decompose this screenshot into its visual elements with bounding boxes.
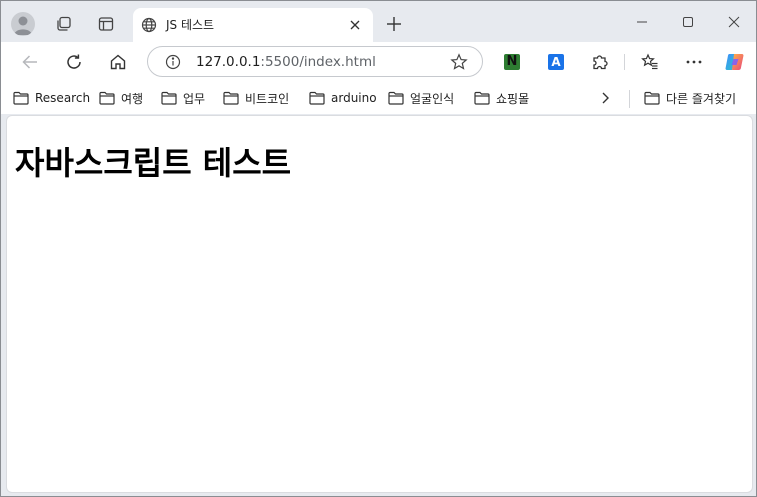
bookmark-folder-work[interactable]: 업무 [161, 89, 205, 107]
vertical-tabs-button[interactable] [95, 13, 117, 35]
maximize-button[interactable] [675, 10, 701, 34]
tab-title: JS 테스트 [166, 18, 215, 32]
n-extension-label: N [506, 54, 518, 69]
page-heading: 자바스크립트 테스트 [15, 144, 292, 182]
folder-icon [388, 91, 404, 105]
folder-icon [644, 91, 660, 105]
folder-icon [223, 91, 239, 105]
bookmark-label: arduino [331, 91, 377, 105]
extensions-button[interactable] [587, 50, 613, 74]
tab-actions-icon [98, 17, 114, 31]
folder-icon [13, 91, 29, 105]
plus-icon [387, 17, 401, 31]
more-menu-button[interactable] [681, 50, 707, 74]
url-host: 127.0.0.1 [196, 54, 261, 70]
puzzle-icon [593, 55, 608, 70]
globe-icon [141, 17, 157, 33]
folder-icon [161, 91, 177, 105]
window-close-button[interactable] [721, 10, 747, 34]
bookmarks-overflow-button[interactable] [599, 89, 617, 107]
other-favorites-folder[interactable]: 다른 즐겨찾기 [644, 89, 736, 107]
bookmark-label: 비트코인 [245, 91, 290, 106]
bookmark-label: 쇼핑몰 [496, 91, 530, 106]
bookmark-label: 여행 [121, 91, 144, 106]
bookmarks-bar: Research 여행 업무 비트코인 arduino 얼굴인식 쇼핑몰 다른 … [1, 82, 756, 114]
bookmark-folder-shopping[interactable]: 쇼핑몰 [474, 89, 529, 107]
bookmark-folder-bitcoin[interactable]: 비트코인 [223, 89, 289, 107]
tab-close-button[interactable] [347, 17, 363, 33]
n-extension-icon: N [504, 54, 520, 70]
url-text[interactable]: 127.0.0.1:5500/index.html [196, 54, 376, 70]
chevron-right-icon [602, 92, 609, 104]
refresh-icon [67, 54, 81, 69]
folder-icon [474, 91, 490, 105]
person-icon [14, 16, 32, 35]
bookmark-label: 얼굴인식 [410, 91, 455, 106]
minimize-button[interactable] [629, 10, 655, 34]
star-icon[interactable] [450, 53, 468, 71]
folder-icon [99, 91, 115, 105]
toolbar-divider [624, 54, 625, 70]
tab-strip: JS 테스트 [1, 1, 756, 42]
workspaces-button[interactable] [53, 13, 75, 35]
other-favorites-label: 다른 즐겨찾기 [666, 91, 737, 106]
address-bar[interactable]: 127.0.0.1:5500/index.html [147, 46, 483, 77]
bookmark-label: Research [35, 91, 91, 105]
more-icon [686, 60, 702, 64]
refresh-button[interactable] [61, 50, 87, 74]
bookmark-folder-arduino[interactable]: arduino [309, 89, 377, 107]
tab-active[interactable]: JS 테스트 [133, 8, 373, 42]
favorites-button[interactable] [637, 50, 663, 74]
home-button[interactable] [105, 50, 131, 74]
workspaces-icon [57, 16, 71, 31]
minimize-icon [637, 21, 647, 23]
translate-icon: A [548, 54, 564, 70]
translate-label: A [551, 55, 561, 69]
extension-n-button[interactable]: N [499, 50, 525, 74]
home-icon [110, 54, 126, 70]
copilot-button[interactable] [722, 50, 748, 74]
bookmark-folder-research[interactable]: Research [13, 89, 90, 107]
bookmark-folder-face-recognition[interactable]: 얼굴인식 [388, 89, 454, 107]
extension-translate-button[interactable]: A [543, 50, 569, 74]
maximize-icon [683, 17, 693, 27]
page-viewport: 자바스크립트 테스트 [6, 115, 753, 493]
new-tab-button[interactable] [383, 13, 405, 35]
bookmark-label: 업무 [183, 91, 206, 106]
close-icon [728, 16, 740, 28]
copilot-icon [725, 54, 744, 70]
close-icon [350, 20, 360, 30]
favorites-icon [641, 53, 658, 70]
browser-window: JS 테스트 127.0.0.1:5500/index.html N A Res… [0, 0, 757, 497]
profile-avatar[interactable] [11, 12, 35, 36]
navigation-toolbar: 127.0.0.1:5500/index.html N A [1, 42, 756, 82]
folder-icon [309, 91, 325, 105]
bookmarks-divider [629, 90, 630, 108]
bookmark-folder-travel[interactable]: 여행 [99, 89, 143, 107]
url-path: :5500/index.html [260, 54, 376, 70]
back-button[interactable] [17, 50, 43, 74]
info-icon[interactable] [165, 54, 181, 70]
arrow-left-icon [22, 55, 37, 69]
